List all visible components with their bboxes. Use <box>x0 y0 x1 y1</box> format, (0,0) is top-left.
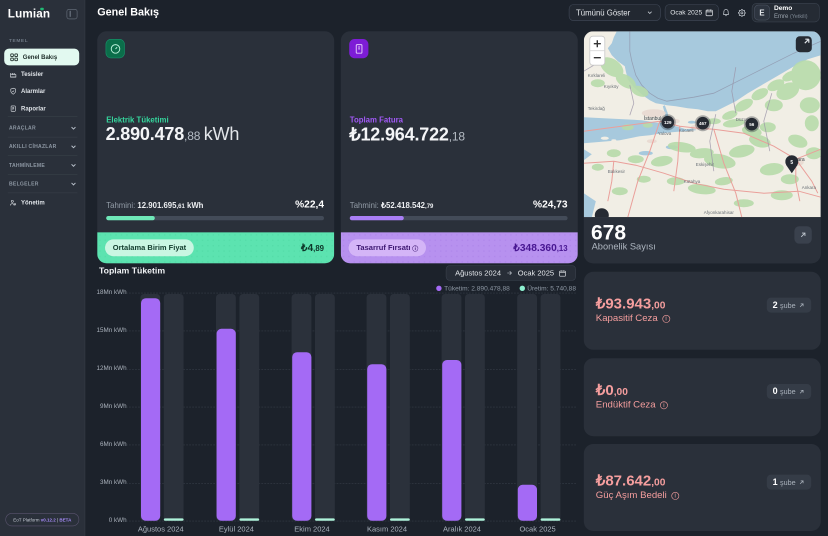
svg-text:Kütahya: Kütahya <box>684 179 701 184</box>
svg-text:Eskişehir: Eskişehir <box>696 162 715 167</box>
svg-text:Tekirdağ: Tekirdağ <box>588 106 606 111</box>
svg-text:Yalova: Yalova <box>658 131 672 136</box>
svg-text:Kırklareli: Kırklareli <box>588 73 606 78</box>
svg-text:129: 129 <box>664 120 672 125</box>
svg-text:Ankara: Ankara <box>802 185 817 190</box>
svg-text:İstanbul: İstanbul <box>644 115 662 122</box>
svg-text:Balıkesir: Balıkesir <box>608 169 626 174</box>
svg-text:467: 467 <box>699 121 707 126</box>
svg-text:5: 5 <box>790 160 793 166</box>
svg-text:56: 56 <box>749 122 755 127</box>
svg-text:Kıyıköy: Kıyıköy <box>604 84 620 89</box>
svg-text:Afyonkarahisar: Afyonkarahisar <box>704 210 735 215</box>
svg-text:Kocaeli: Kocaeli <box>679 128 694 133</box>
